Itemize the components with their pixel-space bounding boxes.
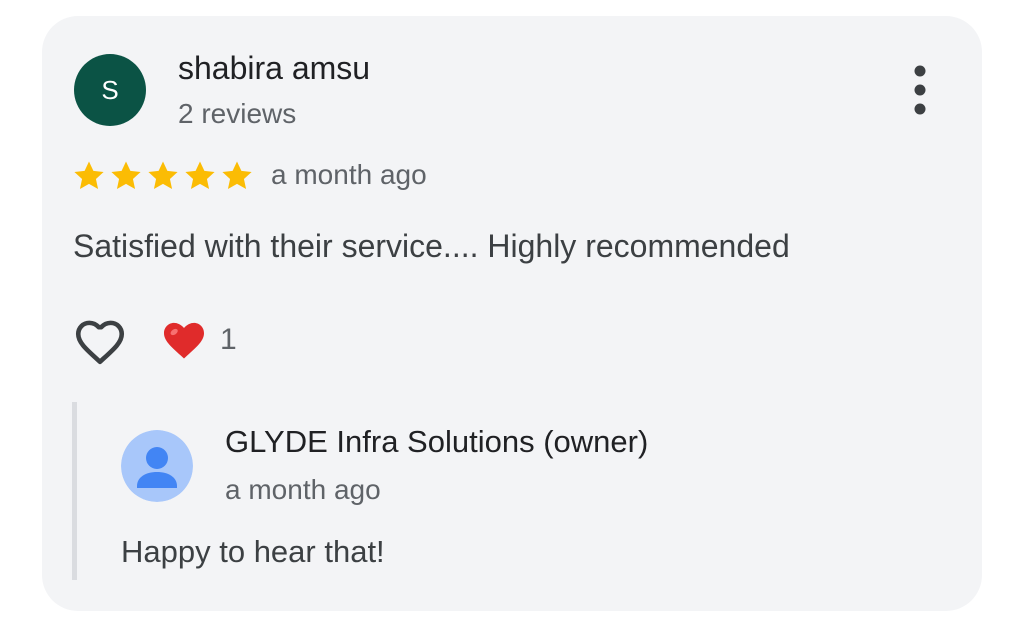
review-text: Satisfied with their service.... Highly … <box>73 228 790 264</box>
star-icon <box>111 161 141 190</box>
star-rating <box>72 158 257 194</box>
owner-avatar <box>121 430 193 502</box>
author-avatar[interactable]: S <box>74 54 146 126</box>
like-button[interactable] <box>70 312 130 370</box>
star-icon <box>185 161 215 190</box>
review-date: a month ago <box>271 159 427 190</box>
owner-response: GLYDE Infra Solutions (owner) a month ag… <box>72 402 937 580</box>
star-icon <box>222 161 252 190</box>
red-heart-emoji <box>164 322 204 359</box>
heart-outline-icon <box>75 320 125 365</box>
more-vert-icon <box>914 65 926 115</box>
review-card: S shabira amsu 2 reviews a month ago Sat… <box>42 16 982 611</box>
owner-response-text: Happy to hear that! <box>121 534 385 569</box>
reaction-count: 1 <box>220 323 237 356</box>
default-person-icon <box>121 430 193 502</box>
owner-response-date: a month ago <box>225 474 381 505</box>
reaction-summary[interactable]: 1 <box>162 318 237 362</box>
more-options-button[interactable] <box>900 64 940 116</box>
star-icon <box>148 161 178 190</box>
owner-name: GLYDE Infra Solutions (owner) <box>225 424 649 459</box>
star-icon <box>74 161 104 190</box>
author-initial: S <box>101 74 119 105</box>
author-name[interactable]: shabira amsu <box>178 50 370 87</box>
author-review-count: 2 reviews <box>178 98 297 129</box>
